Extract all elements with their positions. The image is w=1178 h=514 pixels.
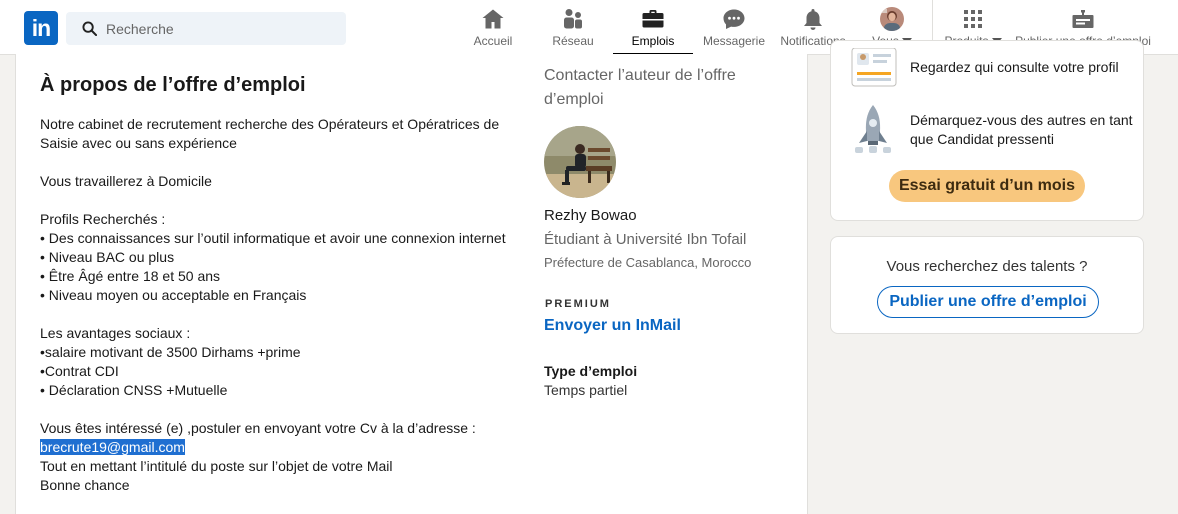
nav-messaging[interactable]: Messagerie bbox=[703, 0, 765, 55]
employment-type-value: Temps partiel bbox=[544, 382, 628, 398]
home-icon bbox=[482, 9, 504, 29]
description-line: Tout en mettant l’intitulé du poste sur … bbox=[40, 458, 393, 474]
poster-photo bbox=[544, 126, 616, 198]
nav-home[interactable]: Accueil bbox=[468, 0, 518, 55]
search-box[interactable] bbox=[66, 12, 346, 45]
briefcase-icon bbox=[642, 10, 664, 28]
profile-viewers-icon bbox=[851, 48, 897, 87]
description-line bbox=[40, 191, 510, 210]
email-line: brecrute19@gmail.com bbox=[40, 438, 510, 457]
search-input[interactable] bbox=[106, 20, 326, 37]
description-line: Notre cabinet de recrutement recherche d… bbox=[40, 116, 500, 132]
poster-headline: Étudiant à Université Ibn Tofail bbox=[544, 231, 747, 248]
email-address[interactable]: brecrute19@gmail.com bbox=[40, 439, 185, 455]
description-line: •salaire motivant de 3500 Dirhams +prime bbox=[40, 344, 301, 360]
description-line: Les avantages sociaux : bbox=[40, 325, 191, 341]
messaging-icon bbox=[723, 9, 745, 29]
description-line: • Être Âgé entre 18 et 50 ans bbox=[40, 268, 221, 284]
network-icon bbox=[564, 9, 582, 29]
rocket-icon bbox=[855, 105, 891, 153]
hiring-question: Vous recherchez des talents ? bbox=[886, 258, 1088, 275]
send-inmail-link[interactable]: Envoyer un InMail bbox=[544, 317, 681, 335]
post-job-icon bbox=[1072, 10, 1094, 28]
description-line: Profils Recherchés : bbox=[40, 211, 166, 227]
linkedin-logo-icon[interactable]: in bbox=[24, 11, 58, 45]
description-line: Vous êtes intéressé (e) ,postuler en env… bbox=[40, 420, 476, 436]
poster-avatar[interactable] bbox=[544, 126, 616, 198]
nav-jobs[interactable]: Emplois bbox=[613, 0, 693, 55]
nav-home-label: Accueil bbox=[473, 34, 513, 48]
contact-poster-title: Contacter l’auteur de l’offre d’emploi bbox=[544, 67, 736, 108]
hiring-card: Vous recherchez des talents ? Publier un… bbox=[830, 236, 1144, 334]
premium-label: PREMIUM bbox=[545, 298, 611, 310]
nav-network-label: Réseau bbox=[552, 34, 594, 48]
description-line: Saisie avec ou sans expérience bbox=[40, 135, 237, 151]
description-line: Vous travaillerez à Domicile bbox=[40, 173, 212, 189]
free-trial-button[interactable]: Essai gratuit d’un mois bbox=[889, 170, 1085, 202]
nav-messaging-label: Messagerie bbox=[702, 34, 766, 48]
description-line: • Niveau moyen ou acceptable en Français bbox=[40, 287, 307, 303]
description-line: • Niveau BAC ou plus bbox=[40, 249, 175, 265]
description-line: • Déclaration CNSS +Mutuelle bbox=[40, 382, 228, 398]
nav-network[interactable]: Réseau bbox=[549, 0, 597, 55]
nav-jobs-label: Emplois bbox=[631, 34, 675, 48]
post-job-button[interactable]: Publier une offre d’emploi bbox=[877, 286, 1099, 318]
search-icon bbox=[82, 21, 97, 36]
bell-icon bbox=[804, 9, 822, 30]
description-line: •Contrat CDI bbox=[40, 363, 119, 379]
description-line bbox=[40, 305, 510, 324]
description-line bbox=[40, 153, 510, 172]
poster-location: Préfecture de Casablanca, Morocco bbox=[544, 255, 752, 270]
description-line: Bonne chance bbox=[40, 477, 130, 493]
premium-feature-featured-applicant: Démarquez-vous des autres en tant que Ca… bbox=[910, 112, 1133, 147]
premium-upsell-card: Regardez qui consulte votre profil Démar… bbox=[830, 40, 1144, 221]
employment-type-label: Type d’emploi bbox=[544, 363, 638, 379]
job-details-card: À propos de l’offre d’emploi Notre cabin… bbox=[15, 54, 808, 514]
job-description: Notre cabinet de recrutement recherche d… bbox=[40, 115, 510, 495]
profile-avatar bbox=[880, 7, 904, 31]
grid-icon bbox=[964, 10, 982, 28]
description-line bbox=[40, 400, 510, 419]
description-line: • Des connaissances sur l’outil informat… bbox=[40, 230, 506, 246]
about-job-title: À propos de l’offre d’emploi bbox=[40, 74, 306, 96]
premium-feature-profile-viewers: Regardez qui consulte votre profil bbox=[910, 59, 1119, 75]
poster-name[interactable]: Rezhy Bowao bbox=[544, 207, 637, 224]
